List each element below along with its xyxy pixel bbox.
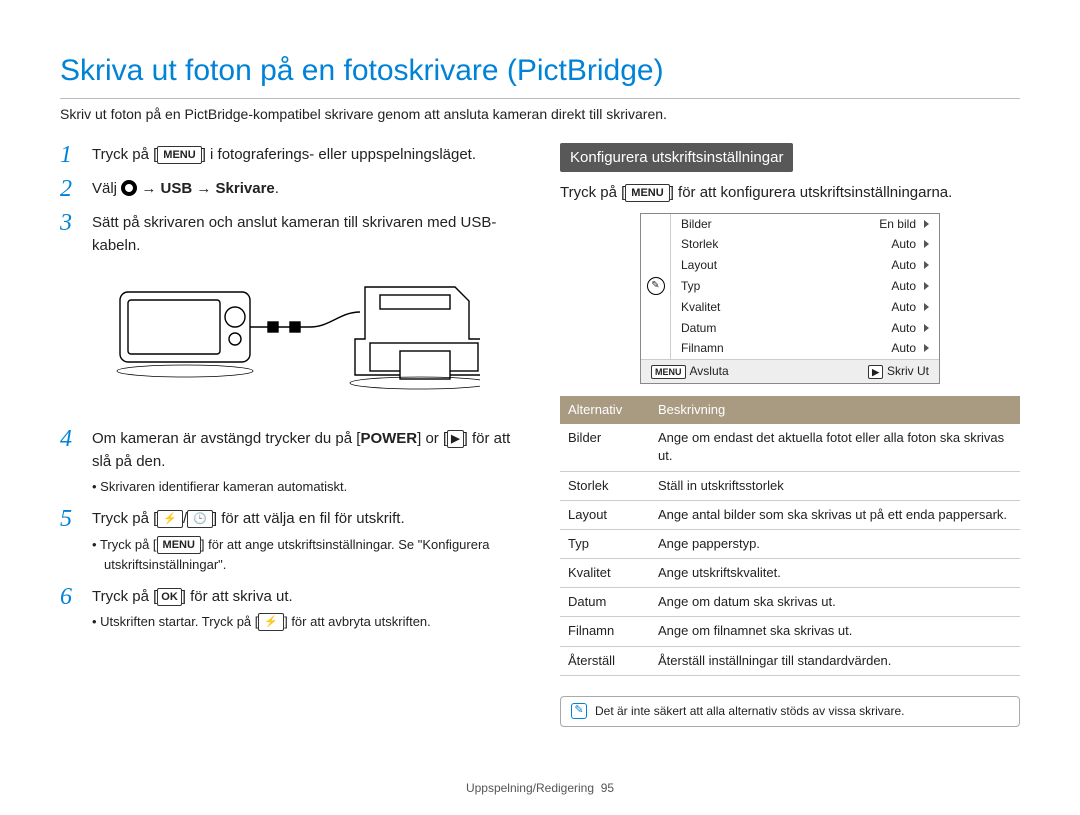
screen-row: StorlekAuto: [671, 234, 939, 255]
step-4: 4 Om kameran är avstängd trycker du på […: [60, 427, 520, 498]
table-row: BilderAnge om endast det aktuella fotot …: [560, 424, 1020, 471]
left-column: 1 Tryck på [MENU] i fotograferings- elle…: [60, 143, 520, 727]
timer-icon: 🕒: [187, 510, 213, 528]
screen-row: DatumAuto: [671, 318, 939, 339]
table-row: TypAnge papperstyp.: [560, 529, 1020, 558]
menu-key: MENU: [157, 536, 201, 554]
screen-row: FilnamnAuto: [671, 338, 939, 359]
screen-row: LayoutAuto: [671, 255, 939, 276]
table-row: KvalitetAnge utskriftskvalitet.: [560, 559, 1020, 588]
arrow-icon: →: [137, 180, 160, 197]
chevron-right-icon: [924, 303, 929, 311]
menu-key: MENU: [157, 146, 201, 164]
step-6: 6 Tryck på [OK] för att skriva ut. Utskr…: [60, 585, 520, 632]
step-5: 5 Tryck på [⚡/🕒] för att välja en fil fö…: [60, 507, 520, 575]
note-text: Det är inte säkert att alla alternativ s…: [595, 703, 904, 720]
text: ] i fotograferings- eller uppspelningslä…: [202, 146, 476, 163]
note-box: ✎ Det är inte säkert att alla alternativ…: [560, 696, 1020, 727]
play-icon: ▶: [447, 430, 463, 448]
text: USB: [161, 180, 193, 197]
text: Välj: [92, 180, 121, 197]
page-title: Skriva ut foton på en fotoskrivare (Pict…: [60, 50, 1020, 99]
text: .: [275, 180, 279, 197]
flash-icon: ⚡: [157, 510, 183, 528]
info-icon: ✎: [571, 703, 587, 719]
chevron-right-icon: [924, 324, 929, 332]
substep: Utskriften startar. Tryck på [⚡] för att…: [92, 612, 431, 632]
flash-icon: ⚡: [258, 613, 284, 631]
text: Tryck på [: [92, 146, 157, 163]
step-3: 3 Sätt på skrivaren och anslut kameran t…: [60, 211, 520, 258]
table-row: LayoutAnge antal bilder som ska skrivas …: [560, 500, 1020, 529]
text: Sätt på skrivaren och anslut kameran til…: [92, 211, 520, 258]
gear-icon: [121, 180, 137, 196]
text: ] för att konfigurera utskriftsinställni…: [670, 184, 953, 201]
arrow-icon: →: [192, 180, 215, 197]
screen-footer-left: Avsluta: [690, 363, 729, 380]
chevron-right-icon: [924, 282, 929, 290]
table-row: StorlekStäll in utskriftsstorlek: [560, 471, 1020, 500]
screen-footer-right: Skriv Ut: [887, 363, 929, 380]
step-2: 2 Välj → USB → Skrivare.: [60, 177, 520, 201]
text: ] för att välja en fil för utskrift.: [213, 510, 405, 527]
table-header: Beskrivning: [650, 396, 1020, 424]
right-column: Konfigurera utskriftsinställningar Tryck…: [560, 143, 1020, 727]
screen-row: KvalitetAuto: [671, 297, 939, 318]
camera-printer-illustration: [60, 267, 520, 403]
text: ] för att skriva ut.: [182, 588, 293, 605]
footer-section: Uppspelning/Redigering: [466, 781, 594, 795]
table-header: Alternativ: [560, 396, 650, 424]
substep: Skrivaren identifierar kameran automatis…: [92, 477, 520, 497]
table-row: ÅterställÅterställ inställningar till st…: [560, 646, 1020, 675]
camera-screen: ✎ BilderEn bild StorlekAuto LayoutAuto T…: [640, 213, 940, 384]
screen-rows: BilderEn bild StorlekAuto LayoutAuto Typ…: [671, 214, 939, 360]
ok-key: OK: [157, 588, 182, 606]
chevron-right-icon: [924, 261, 929, 269]
table-row: FilnamnAnge om filnamnet ska skrivas ut.: [560, 617, 1020, 646]
chevron-right-icon: [924, 220, 929, 228]
step-1: 1 Tryck på [MENU] i fotograferings- elle…: [60, 143, 520, 167]
chevron-right-icon: [924, 240, 929, 248]
text: ] or [: [417, 430, 447, 447]
text: Utskriften startar. Tryck på [: [100, 614, 258, 629]
screen-row: BilderEn bild: [671, 214, 939, 235]
text: Skrivare: [216, 180, 275, 197]
chevron-right-icon: [924, 344, 929, 352]
screen-row: TypAuto: [671, 276, 939, 297]
table-row: DatumAnge om datum ska skrivas ut.: [560, 588, 1020, 617]
options-table: Alternativ Beskrivning BilderAnge om end…: [560, 396, 1020, 676]
substep: Tryck på [MENU] för att ange utskriftsin…: [92, 535, 520, 575]
menu-key-icon: MENU: [651, 365, 686, 379]
text: Tryck på [: [560, 184, 625, 201]
text: Tryck på [: [92, 588, 157, 605]
menu-key: MENU: [625, 184, 669, 202]
intro-text: Skriv ut foton på en PictBridge-kompatib…: [60, 105, 1020, 125]
footer-page: 95: [601, 781, 614, 795]
settings-text: Tryck på [MENU] för att konfigurera utsk…: [560, 182, 1020, 203]
print-icon: ✎: [647, 277, 665, 295]
text: Tryck på [: [100, 537, 157, 552]
text: ] för att avbryta utskriften.: [284, 614, 431, 629]
text: Om kameran är avstängd trycker du på [: [92, 430, 360, 447]
power-key: POWER: [360, 430, 417, 447]
play-key-icon: ▶: [868, 365, 883, 379]
text: Tryck på [: [92, 510, 157, 527]
settings-heading: Konfigurera utskriftsinställningar: [560, 143, 793, 172]
page-footer: Uppspelning/Redigering 95: [0, 780, 1080, 797]
